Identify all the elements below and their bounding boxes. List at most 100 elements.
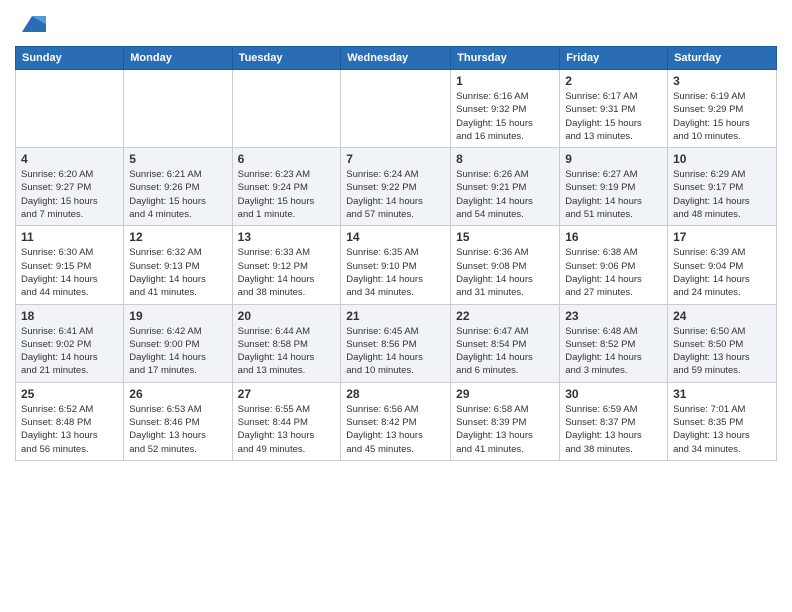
day-info-line: and 10 minutes. — [673, 130, 771, 143]
day-number: 12 — [129, 230, 226, 244]
day-info-line: Sunrise: 6:17 AM — [565, 90, 662, 103]
calendar-day-header: Tuesday — [232, 47, 341, 70]
day-info-line: Sunrise: 6:53 AM — [129, 403, 226, 416]
day-info-line: and 54 minutes. — [456, 208, 554, 221]
day-number: 17 — [673, 230, 771, 244]
day-info-line: Daylight: 14 hours — [565, 351, 662, 364]
day-info-line: Sunset: 8:46 PM — [129, 416, 226, 429]
day-info-line: Sunset: 9:00 PM — [129, 338, 226, 351]
day-info-line: Daylight: 13 hours — [565, 429, 662, 442]
day-info-line: Sunset: 9:29 PM — [673, 103, 771, 116]
calendar-cell: 22Sunrise: 6:47 AMSunset: 8:54 PMDayligh… — [451, 304, 560, 382]
logo — [15, 10, 46, 38]
calendar-cell: 11Sunrise: 6:30 AMSunset: 9:15 PMDayligh… — [16, 226, 124, 304]
day-info-line: Sunrise: 6:45 AM — [346, 325, 445, 338]
day-info-line: Sunset: 9:24 PM — [238, 181, 336, 194]
calendar-cell: 26Sunrise: 6:53 AMSunset: 8:46 PMDayligh… — [124, 382, 232, 460]
calendar-day-header: Sunday — [16, 47, 124, 70]
day-info-line: Sunrise: 6:19 AM — [673, 90, 771, 103]
calendar-cell: 29Sunrise: 6:58 AMSunset: 8:39 PMDayligh… — [451, 382, 560, 460]
day-info-line: Sunrise: 6:58 AM — [456, 403, 554, 416]
calendar-cell: 17 Sunrise: 6:39 AMSunset: 9:04 PMDayligh… — [668, 226, 777, 304]
day-info-line: Sunrise: 6:24 AM — [346, 168, 445, 181]
day-info-line: Sunrise: 6:47 AM — [456, 325, 554, 338]
day-info-line: Daylight: 13 hours — [673, 429, 771, 442]
day-info-line: Daylight: 14 hours — [673, 273, 771, 286]
calendar-cell: 16Sunrise: 6:38 AMSunset: 9:06 PMDayligh… — [560, 226, 668, 304]
day-number: 14 — [346, 230, 445, 244]
day-info-line: Sunrise: 6:27 AM — [565, 168, 662, 181]
day-info-line: Daylight: 14 hours — [21, 351, 118, 364]
day-info-line: and 48 minutes. — [673, 208, 771, 221]
day-number: 26 — [129, 387, 226, 401]
day-info-line: Daylight: 14 hours — [129, 273, 226, 286]
day-info-line: and 27 minutes. — [565, 286, 662, 299]
day-info-line: Sunset: 9:04 PM — [673, 260, 771, 273]
day-info-line: Sunrise: 6:26 AM — [456, 168, 554, 181]
calendar-cell: 1Sunrise: 6:16 AMSunset: 9:32 PMDaylight… — [451, 70, 560, 148]
day-info-line: Daylight: 13 hours — [456, 429, 554, 442]
calendar-cell — [16, 70, 124, 148]
day-info-line: Daylight: 14 hours — [21, 273, 118, 286]
day-info-line: Sunrise: 6:41 AM — [21, 325, 118, 338]
day-info-line: Sunset: 8:54 PM — [456, 338, 554, 351]
day-info-line: Daylight: 14 hours — [456, 351, 554, 364]
calendar-cell: 23Sunrise: 6:48 AMSunset: 8:52 PMDayligh… — [560, 304, 668, 382]
day-info-line: Sunrise: 6:39 AM — [673, 246, 771, 259]
day-number: 1 — [456, 74, 554, 88]
day-number: 13 — [238, 230, 336, 244]
day-info-line: Daylight: 14 hours — [238, 351, 336, 364]
day-number: 21 — [346, 309, 445, 323]
calendar-cell: 10Sunrise: 6:29 AMSunset: 9:17 PMDayligh… — [668, 148, 777, 226]
day-info-line: and 49 minutes. — [238, 443, 336, 456]
day-info-line: Daylight: 14 hours — [346, 351, 445, 364]
day-number: 4 — [21, 152, 118, 166]
day-info-line: and 10 minutes. — [346, 364, 445, 377]
calendar-week-row: 4Sunrise: 6:20 AMSunset: 9:27 PMDaylight… — [16, 148, 777, 226]
day-number: 5 — [129, 152, 226, 166]
calendar-day-header: Thursday — [451, 47, 560, 70]
day-info-line: Daylight: 14 hours — [673, 195, 771, 208]
day-number: 15 — [456, 230, 554, 244]
day-info-line: and 59 minutes. — [673, 364, 771, 377]
calendar-week-row: 1Sunrise: 6:16 AMSunset: 9:32 PMDaylight… — [16, 70, 777, 148]
day-info-line: Sunset: 9:26 PM — [129, 181, 226, 194]
day-info-line: and 56 minutes. — [21, 443, 118, 456]
calendar-cell: 15Sunrise: 6:36 AMSunset: 9:08 PMDayligh… — [451, 226, 560, 304]
day-info-line: Sunset: 8:52 PM — [565, 338, 662, 351]
day-number: 7 — [346, 152, 445, 166]
day-info-line: and 1 minute. — [238, 208, 336, 221]
day-number: 16 — [565, 230, 662, 244]
day-info-line: Daylight: 15 hours — [456, 117, 554, 130]
day-info-line: Sunset: 9:19 PM — [565, 181, 662, 194]
calendar-week-row: 11Sunrise: 6:30 AMSunset: 9:15 PMDayligh… — [16, 226, 777, 304]
logo-icon — [18, 10, 46, 38]
day-info-line: Daylight: 14 hours — [565, 195, 662, 208]
day-info-line: Sunrise: 6:42 AM — [129, 325, 226, 338]
day-info-line: Sunset: 9:13 PM — [129, 260, 226, 273]
day-info-line: Sunrise: 6:35 AM — [346, 246, 445, 259]
day-number: 31 — [673, 387, 771, 401]
day-number: 2 — [565, 74, 662, 88]
day-info-line: Sunset: 9:22 PM — [346, 181, 445, 194]
day-info-line: Sunset: 9:31 PM — [565, 103, 662, 116]
calendar-cell: 5Sunrise: 6:21 AMSunset: 9:26 PMDaylight… — [124, 148, 232, 226]
day-info-line: Sunset: 9:12 PM — [238, 260, 336, 273]
day-info-line: and 31 minutes. — [456, 286, 554, 299]
day-info-line: and 52 minutes. — [129, 443, 226, 456]
day-info-line: Daylight: 13 hours — [346, 429, 445, 442]
day-number: 18 — [21, 309, 118, 323]
calendar: SundayMondayTuesdayWednesdayThursdayFrid… — [15, 46, 777, 461]
day-info-line: Sunrise: 6:44 AM — [238, 325, 336, 338]
calendar-day-header: Saturday — [668, 47, 777, 70]
day-number: 24 — [673, 309, 771, 323]
day-info-line: Daylight: 13 hours — [238, 429, 336, 442]
day-info-line: Daylight: 14 hours — [238, 273, 336, 286]
day-info-line: and 38 minutes. — [565, 443, 662, 456]
calendar-cell: 28Sunrise: 6:56 AMSunset: 8:42 PMDayligh… — [341, 382, 451, 460]
day-info-line: Daylight: 15 hours — [565, 117, 662, 130]
calendar-cell: 3Sunrise: 6:19 AMSunset: 9:29 PMDaylight… — [668, 70, 777, 148]
day-info-line: and 4 minutes. — [129, 208, 226, 221]
day-info-line: and 41 minutes. — [456, 443, 554, 456]
day-info-line: and 13 minutes. — [565, 130, 662, 143]
